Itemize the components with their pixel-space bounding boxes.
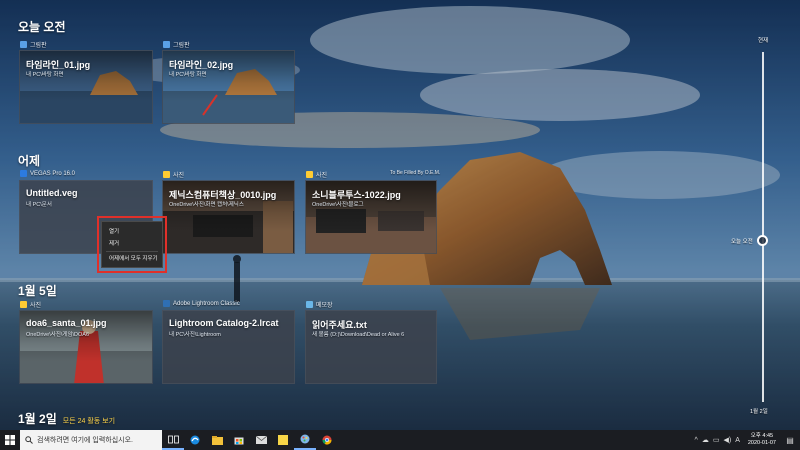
scrubber-label-today-morning: 오늘 오전 (731, 239, 753, 245)
card-app-label: 사진 (306, 170, 327, 179)
chrome-icon[interactable] (316, 430, 338, 450)
activity-card-timeline-02[interactable]: 타임라인_02.jpg 내 PC\바탕 화면 (162, 50, 295, 124)
photos-icon (20, 301, 27, 308)
card-title: Lightroom Catalog-2.lrcat (169, 318, 279, 328)
photos-icon (306, 171, 313, 178)
context-menu: 열기 제거 어제에서 모두 지우기 (101, 221, 163, 268)
windows-logo-icon (5, 435, 15, 445)
volume-icon[interactable]: ◀) (723, 436, 731, 444)
card-app-label: 사진 (163, 170, 184, 179)
activity-card-desk-photo[interactable]: 제닉스컴퓨터책상_0010.jpg OneDrive\사진\화면 캡처\제닉스 (162, 180, 295, 254)
card-path: OneDrive\사진\화면 캡처\제닉스 (169, 202, 244, 208)
search-placeholder: 검색하려면 여기에 입력하십시오. (37, 437, 133, 444)
section-title-yesterday: 어제 (18, 154, 41, 168)
card-path: OneDrive\사진\게임\DOA6 (26, 332, 90, 338)
card-app-label: VEGAS Pro 16.0 (20, 170, 75, 177)
language-icon[interactable]: A (735, 437, 740, 444)
timeline-scrubber-handle[interactable] (757, 235, 768, 246)
sticky-notes-icon[interactable] (272, 430, 294, 450)
file-explorer-icon[interactable] (206, 430, 228, 450)
task-view-icon[interactable] (162, 430, 184, 450)
edge-icon[interactable] (184, 430, 206, 450)
notepad-icon (306, 301, 313, 308)
mail-icon[interactable] (250, 430, 272, 450)
context-menu-open[interactable]: 열기 (102, 226, 162, 238)
section-title-jan5: 1월 5일 (18, 284, 57, 298)
taskbar-clock[interactable]: 오후 4:45 2020-01-07 (744, 433, 780, 447)
card-path: 내 PC\바탕 화면 (26, 72, 64, 78)
system-tray: ^ ☁ ▭ ◀) A 오후 4:45 2020-01-07 ▤ (695, 430, 800, 450)
paint-icon (163, 41, 170, 48)
lightroom-icon (163, 300, 170, 307)
context-menu-clear-all[interactable]: 어제에서 모두 지우기 (102, 253, 162, 265)
device-name-label: To Be Filled By O.E.M. (390, 170, 441, 176)
card-app-label: 그림판 (20, 40, 47, 49)
card-app-label: 그림판 (163, 40, 190, 49)
context-menu-remove[interactable]: 제거 (102, 238, 162, 250)
card-path: 내 PC\바탕 화면 (169, 72, 207, 78)
card-path: OneDrive\사진\블로그 (312, 202, 364, 208)
activity-card-sony-photo[interactable]: 소니블루투스-1022.jpg OneDrive\사진\블로그 (305, 180, 437, 254)
vegas-icon (20, 170, 27, 177)
section-title-today: 오늘 오전 (18, 20, 66, 34)
see-all-activities-link[interactable]: 모든 24 활동 보기 (63, 418, 115, 425)
taskbar-search-box[interactable]: 검색하려면 여기에 입력하십시오. (20, 430, 162, 450)
menu-divider (106, 251, 158, 252)
activity-card-timeline-01[interactable]: 타임라인_01.jpg 내 PC\바탕 화면 (19, 50, 153, 124)
cloud-icon[interactable]: ☁ (702, 436, 709, 444)
activity-card-lightroom-catalog[interactable]: Lightroom Catalog-2.lrcat 내 PC\사진\Lightr… (162, 310, 295, 384)
search-icon (25, 436, 33, 444)
card-app-label: Adobe Lightroom Classic (163, 300, 240, 307)
card-path: 새 볼륨 (D:)\Download\Dead or Alive 6 (312, 332, 405, 338)
scrubber-label-now: 현재 (758, 38, 769, 44)
paint-icon[interactable] (294, 430, 316, 450)
card-title: doa6_santa_01.jpg (26, 318, 107, 328)
clock-date: 2020-01-07 (747, 440, 776, 446)
start-button[interactable] (0, 430, 20, 450)
card-title: Untitled.veg (26, 188, 78, 198)
clock-time: 오후 4:45 (750, 433, 774, 439)
paint-icon (20, 41, 27, 48)
card-path: 내 PC\사진\Lightroom (169, 332, 221, 338)
activity-card-readme-txt[interactable]: 읽어주세요.txt 새 볼륨 (D:)\Download\Dead or Ali… (305, 310, 437, 384)
store-icon[interactable] (228, 430, 250, 450)
timeline-scrubber-track[interactable] (762, 52, 764, 402)
card-path: 내 PC\문서 (26, 202, 52, 208)
activity-card-doa6-santa[interactable]: doa6_santa_01.jpg OneDrive\사진\게임\DOA6 (19, 310, 153, 384)
notification-icon[interactable]: ▤ (784, 430, 796, 450)
taskbar: 검색하려면 여기에 입력하십시오. ^ ☁ ▭ ◀) A 오후 4:45 202… (0, 430, 800, 450)
card-app-label: 메모장 (306, 300, 333, 309)
network-icon[interactable]: ▭ (713, 436, 720, 444)
card-app-label: 사진 (20, 300, 41, 309)
scrubber-label-jan2: 1월 2일 (750, 409, 768, 415)
photos-icon (163, 171, 170, 178)
chevron-up-icon[interactable]: ^ (695, 437, 698, 444)
